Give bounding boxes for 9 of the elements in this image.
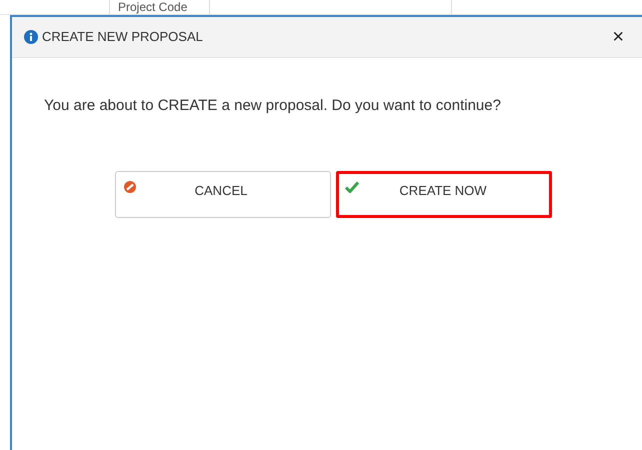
no-entry-icon — [124, 180, 136, 192]
cancel-button[interactable]: CANCEL — [115, 170, 331, 218]
checkmark-icon — [345, 180, 359, 192]
column-header: Project Code — [110, 0, 210, 14]
dialog-title: CREATE NEW PROPOSAL — [42, 28, 203, 46]
info-icon — [24, 30, 38, 44]
create-button[interactable]: CREATE NOW — [336, 170, 552, 218]
confirmation-message: You are about to CREATE a new proposal. Do you want to continue? — [44, 96, 502, 116]
close-button[interactable]: × — [612, 27, 624, 47]
